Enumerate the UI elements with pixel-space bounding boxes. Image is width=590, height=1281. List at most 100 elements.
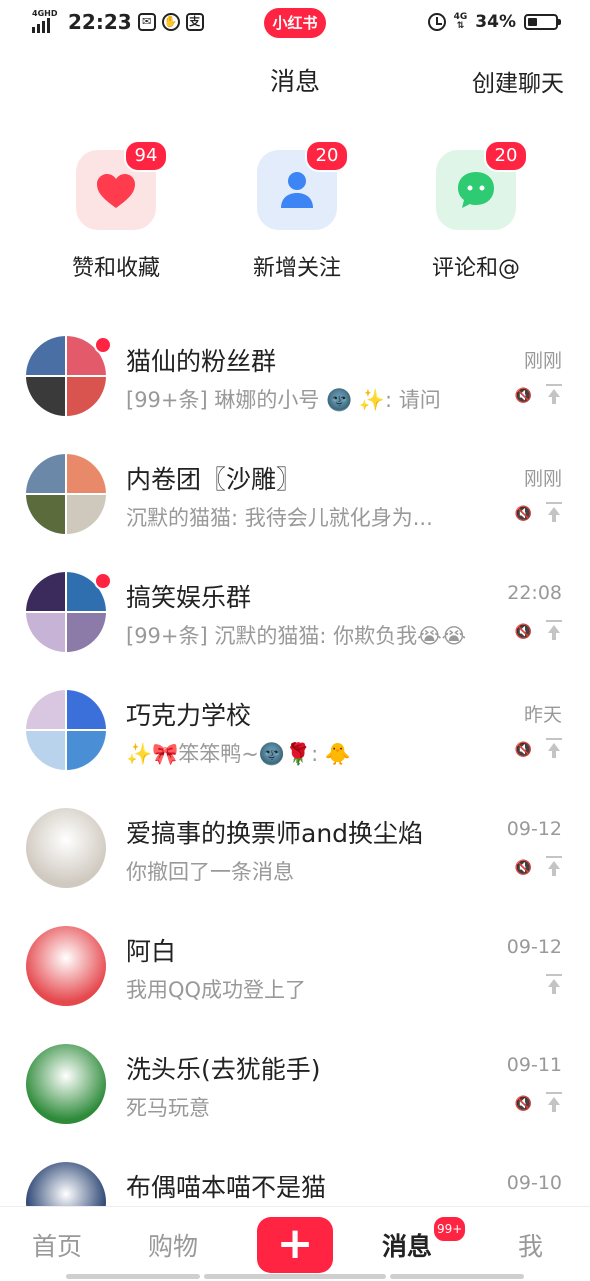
mail-icon: ✉ [137,13,156,31]
avatar-tile [67,454,106,493]
chat-preview: 沉默的猫猫: 我待会儿就化身为... [126,506,433,530]
follows-icon-tile: 20 [257,140,349,230]
battery-icon [524,14,561,30]
chat-time: 22:08 [507,582,562,604]
mute-icon: 🔇 [514,388,532,404]
chat-row[interactable]: 猫仙的粉丝群 刚刚 [99+条] 琳娜的小号 🌚 ✨: 请问 🔇 [0,326,590,444]
chat-time: 09-11 [506,1054,562,1076]
mute-icon: 🔇 [514,1096,532,1112]
likes-label: 赞和收藏 [71,256,160,281]
chat-time: 昨天 [523,704,562,726]
avatar [26,454,106,534]
category-comments[interactable]: 20 评论和@ [396,140,556,282]
chat-time: 09-12 [506,818,562,840]
nav-messages[interactable]: 消息 [382,1227,432,1263]
unread-dot [94,336,112,354]
avatar-tile [26,690,65,729]
comments-icon-tile: 20 [436,140,528,230]
nav-shop[interactable]: 购物 [148,1227,198,1263]
gesture-bar-segment [390,1274,524,1279]
create-chat-button[interactable]: 创建聊天 [472,64,564,98]
status-bar: 4GHD 22:23 ✉ ✋ 支 小红书 4G ⇅ 34% [0,0,590,46]
avatar-tile [26,613,65,652]
unread-dot [94,572,112,590]
comments-label: 评论和@ [431,256,520,281]
network-type: 4GHD [32,9,58,18]
category-likes[interactable]: 94 赞和收藏 [36,140,196,282]
chat-time: 09-12 [506,936,562,958]
category-follows[interactable]: 20 新增关注 [217,140,377,282]
mute-icon: 🔇 [514,506,532,522]
avatar-tile [67,377,106,416]
chat-name: 布偶喵本喵不是猫 [126,1173,327,1202]
chat-preview: ✨🎀笨笨鸭~🌚🌹: 🐥 [126,742,352,766]
pin-top-icon [546,974,562,996]
hand-icon: ✋ [161,13,180,31]
battery-percent: 34% [475,12,516,32]
status-left: 4GHD 22:23 ✉ ✋ 支 [32,9,204,34]
avatar-tile [26,454,65,493]
chat-name: 内卷团〖沙雕〗 [126,465,302,494]
likes-icon-tile: 94 [76,140,168,230]
gesture-bar-segment [66,1274,200,1279]
avatar-tile [26,336,65,375]
avatar-tile [26,731,65,770]
follows-badge: 20 [305,140,349,172]
mute-icon: 🔇 [514,860,532,876]
nav-home[interactable]: 首页 [32,1227,82,1263]
chat-preview: 我用QQ成功登上了 [126,978,307,1002]
follows-label: 新增关注 [252,256,341,281]
comments-badge: 20 [484,140,528,172]
avatar-tile [67,731,106,770]
chat-time: 刚刚 [523,350,562,372]
create-post-button[interactable]: + [257,1217,333,1273]
status-right: 4G ⇅ 34% [427,12,561,32]
chat-row[interactable]: 阿白 09-12 我用QQ成功登上了 [0,916,590,1034]
pin-top-icon [546,856,562,878]
data-network-icon: 4G ⇅ [453,12,468,31]
chat-preview: [99+条] 琳娜的小号 🌚 ✨: 请问 [126,388,441,412]
mute-icon: 🔇 [514,742,532,758]
pin-top-icon [546,1092,562,1114]
pin-top-icon [546,620,562,642]
avatar [26,808,106,888]
chat-name: 搞笑娱乐群 [126,583,252,612]
chat-time: 09-10 [506,1172,562,1194]
avatar-tile [26,572,65,611]
avatar-tile [26,495,65,534]
likes-badge: 94 [124,140,168,172]
signal-icon: 4GHD [32,9,58,33]
avatar [26,926,106,1006]
chat-preview: 你撤回了一条消息 [126,860,294,884]
messages-nav-badge: 99+ [432,1215,468,1243]
avatar-tile [67,613,106,652]
chat-preview: [99+条] 沉默的猫猫: 你欺负我😭😭 [126,624,467,648]
gesture-bar-segment [204,1274,386,1279]
chat-row[interactable]: 内卷团〖沙雕〗 刚刚沉默的猫猫: 我待会儿就化身为... 🔇 [0,444,590,562]
pin-top-icon [546,738,562,760]
chat-row[interactable]: 巧克力学校 昨天 ✨🎀笨笨鸭~🌚🌹: 🐥 🔇 [0,680,590,798]
chat-row[interactable]: 爱搞事的换票师and换尘焰 09-12 你撤回了一条消息 🔇 [0,798,590,916]
chat-row[interactable]: 搞笑娱乐群 22:08 [99+条] 沉默的猫猫: 你欺负我😭😭 🔇 [0,562,590,680]
nav-me[interactable]: 我 [518,1227,543,1263]
chat-name: 猫仙的粉丝群 [126,347,277,376]
mute-icon: 🔇 [514,624,532,640]
chat-name: 洗头乐(去犹能手) [126,1055,321,1084]
avatar-tile [67,690,106,729]
app-logo-badge: 小红书 [264,8,326,38]
pin-top-icon [546,384,562,406]
chat-row[interactable]: 洗头乐(去犹能手) 09-11 死马玩意 🔇 [0,1034,590,1152]
avatar [26,690,106,770]
pin-top-icon [546,502,562,524]
alipay-icon: 支 [185,13,204,31]
chat-time: 刚刚 [523,468,562,490]
chat-name: 爱搞事的换票师and换尘焰 [126,819,424,848]
alarm-icon [427,13,446,31]
chat-name: 阿白 [126,937,177,966]
battery-fill [528,18,537,26]
avatar-tile [67,495,106,534]
chat-preview: 死马玩意 [126,1096,210,1120]
chat-name: 巧克力学校 [126,701,252,730]
bottom-nav: 首页 购物 + 消息 99+ 我 [0,1206,590,1281]
avatar [26,1044,106,1124]
